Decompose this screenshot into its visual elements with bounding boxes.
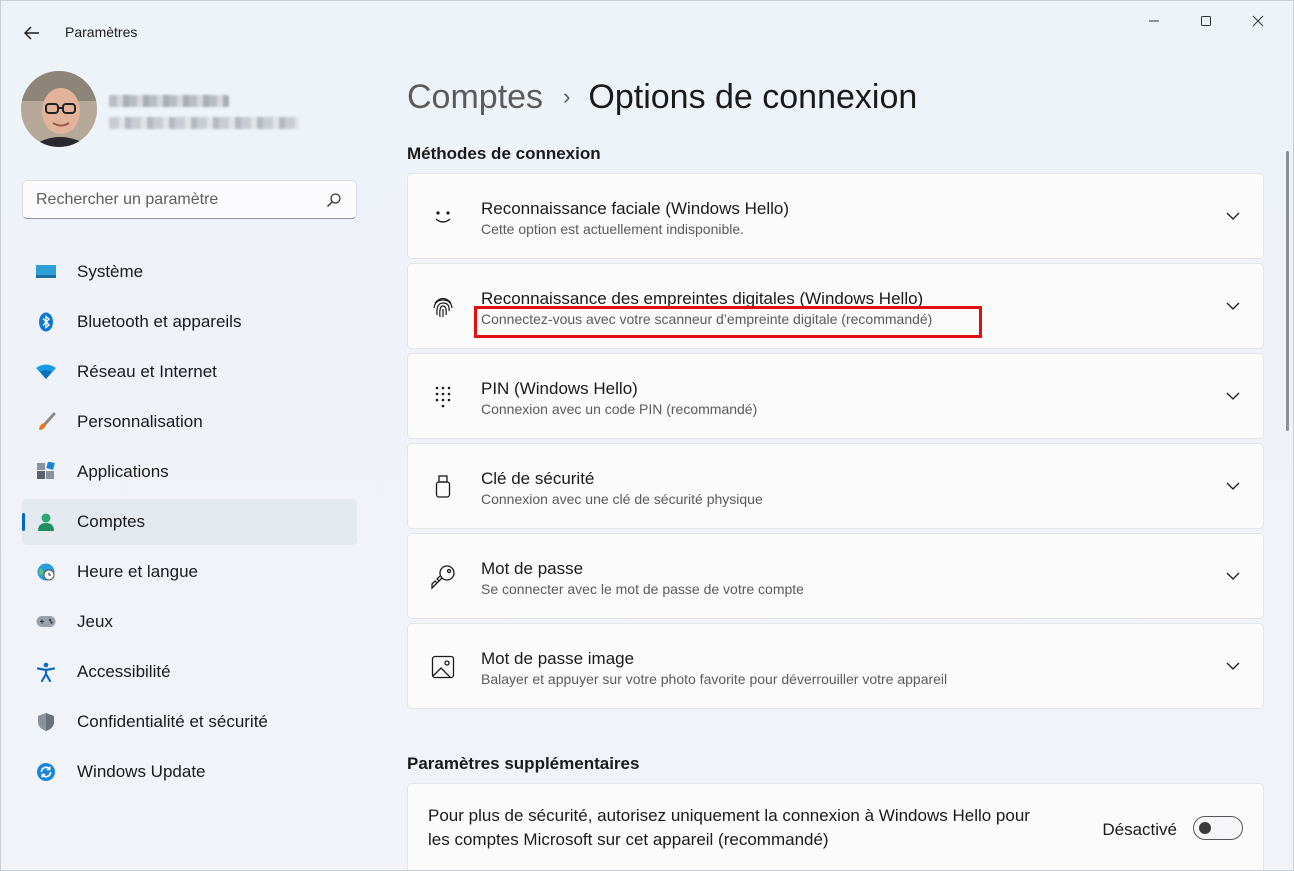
picture-icon: [430, 654, 456, 680]
method-subtitle: Connexion avec une clé de sécurité physi…: [481, 491, 763, 507]
sidebar-item-label: Confidentialité et sécurité: [77, 712, 268, 731]
sidebar-item-confidentialite[interactable]: Confidentialité et sécurité: [22, 699, 357, 745]
method-card-password[interactable]: Mot de passe Se connecter avec le mot de…: [407, 533, 1264, 619]
section-title-extra: Paramètres supplémentaires: [407, 754, 640, 773]
sidebar-item-label: Applications: [77, 462, 169, 481]
chevron-down-icon: [1226, 392, 1240, 400]
toggle-state-label: Désactivé: [1102, 820, 1177, 839]
account-icon: [36, 512, 56, 532]
apps-icon: [36, 462, 56, 482]
fingerprint-icon: [430, 294, 456, 320]
settings-window: Paramètres Rechercher un paramètre Systè…: [0, 0, 1294, 871]
avatar: [21, 71, 97, 147]
sidebar-item-reseau[interactable]: Réseau et Internet: [22, 349, 357, 395]
sidebar-item-systeme[interactable]: Système: [22, 249, 357, 295]
method-title: Clé de sécurité: [481, 469, 595, 488]
sidebar-item-label: Personnalisation: [77, 412, 203, 431]
title-bar: Paramètres: [1, 1, 1293, 63]
user-profile[interactable]: [21, 71, 361, 151]
method-subtitle: Se connecter avec le mot de passe de vot…: [481, 581, 804, 597]
gamepad-icon: [36, 612, 56, 632]
method-title: Reconnaissance faciale (Windows Hello): [481, 199, 790, 218]
chevron-down-icon: [1226, 572, 1240, 580]
page-title: Options de connexion: [588, 77, 918, 116]
search-icon[interactable]: [326, 192, 342, 208]
monitor-icon: [36, 262, 56, 282]
windows-hello-only-toggle[interactable]: [1193, 816, 1243, 840]
usb-key-icon: [430, 474, 456, 500]
method-card-pin[interactable]: PIN (Windows Hello) Connexion avec un co…: [407, 353, 1264, 439]
sidebar-item-jeux[interactable]: Jeux: [22, 599, 357, 645]
minimize-button[interactable]: [1131, 9, 1177, 33]
toggle-knob: [1199, 822, 1211, 834]
maximize-icon: [1201, 16, 1211, 26]
chevron-down-icon: [1226, 482, 1240, 490]
chevron-down-icon: [1226, 302, 1240, 310]
breadcrumb-parent-link[interactable]: Comptes: [407, 78, 543, 117]
blurred-user-email: [109, 117, 299, 129]
close-icon: [1252, 15, 1264, 27]
breadcrumb: Comptes › Options de connexion: [407, 75, 917, 119]
method-title: PIN (Windows Hello): [481, 379, 638, 398]
red-highlight-box: [474, 306, 982, 338]
sidebar-item-label: Jeux: [77, 612, 113, 631]
windows-hello-only-setting: Pour plus de sécurité, autorisez uniquem…: [407, 783, 1264, 870]
method-subtitle: Balayer et appuyer sur votre photo favor…: [481, 671, 948, 687]
sidebar-item-bluetooth[interactable]: Bluetooth et appareils: [22, 299, 357, 345]
bluetooth-icon: [36, 312, 56, 332]
smiley-face-icon: [430, 204, 456, 230]
setting-description: Pour plus de sécurité, autorisez uniquem…: [428, 806, 1030, 849]
minimize-icon: [1149, 20, 1159, 22]
method-title: Mot de passe: [481, 559, 584, 578]
sidebar-nav: Système Bluetooth et appareils Réseau et…: [22, 249, 357, 799]
paintbrush-icon: [36, 412, 56, 432]
method-title: Mot de passe image: [481, 649, 635, 668]
sidebar-item-personnalisation[interactable]: Personnalisation: [22, 399, 357, 445]
method-card-facial[interactable]: Reconnaissance faciale (Windows Hello) C…: [407, 173, 1264, 259]
maximize-button[interactable]: [1183, 9, 1229, 33]
update-icon: [36, 762, 56, 782]
keypad-icon: [430, 384, 456, 410]
back-button[interactable]: [15, 19, 49, 47]
shield-icon: [36, 712, 56, 732]
app-title: Paramètres: [65, 24, 138, 40]
sidebar-item-label: Windows Update: [77, 762, 206, 781]
accessibility-icon: [36, 662, 56, 682]
search-input[interactable]: [36, 190, 316, 210]
key-icon: [430, 564, 456, 590]
blurred-user-name: [109, 95, 229, 107]
wifi-icon: [36, 362, 56, 382]
search-box: [22, 180, 357, 219]
method-card-security-key[interactable]: Clé de sécurité Connexion avec une clé d…: [407, 443, 1264, 529]
sidebar-item-label: Accessibilité: [77, 662, 171, 681]
sidebar-item-accessibilite[interactable]: Accessibilité: [22, 649, 357, 695]
chevron-down-icon: [1226, 662, 1240, 670]
close-button[interactable]: [1235, 9, 1281, 33]
sidebar-item-label: Heure et langue: [77, 562, 198, 581]
chevron-down-icon: [1226, 212, 1240, 220]
method-card-fingerprint[interactable]: Reconnaissance des empreintes digitales …: [407, 263, 1264, 349]
sidebar-item-windows-update[interactable]: Windows Update: [22, 749, 357, 795]
method-subtitle: Connexion avec un code PIN (recommandé): [481, 401, 758, 417]
globe-clock-icon: [36, 562, 56, 582]
back-arrow-icon: [24, 26, 39, 40]
sidebar-item-comptes[interactable]: Comptes: [22, 499, 357, 545]
sidebar-item-label: Comptes: [77, 512, 146, 531]
vertical-scrollbar[interactable]: [1286, 151, 1289, 431]
breadcrumb-separator: ›: [563, 84, 571, 109]
sidebar-item-applications[interactable]: Applications: [22, 449, 357, 495]
avatar-photo-icon: [21, 71, 97, 147]
sidebar-item-label: Réseau et Internet: [77, 362, 217, 381]
method-card-picture-password[interactable]: Mot de passe image Balayer et appuyer su…: [407, 623, 1264, 709]
sidebar-item-heure-langue[interactable]: Heure et langue: [22, 549, 357, 595]
sidebar-item-label: Bluetooth et appareils: [77, 312, 242, 331]
method-subtitle: Cette option est actuellement indisponib…: [481, 221, 745, 237]
sidebar-item-label: Système: [77, 262, 144, 281]
section-title-methods: Méthodes de connexion: [407, 144, 601, 163]
